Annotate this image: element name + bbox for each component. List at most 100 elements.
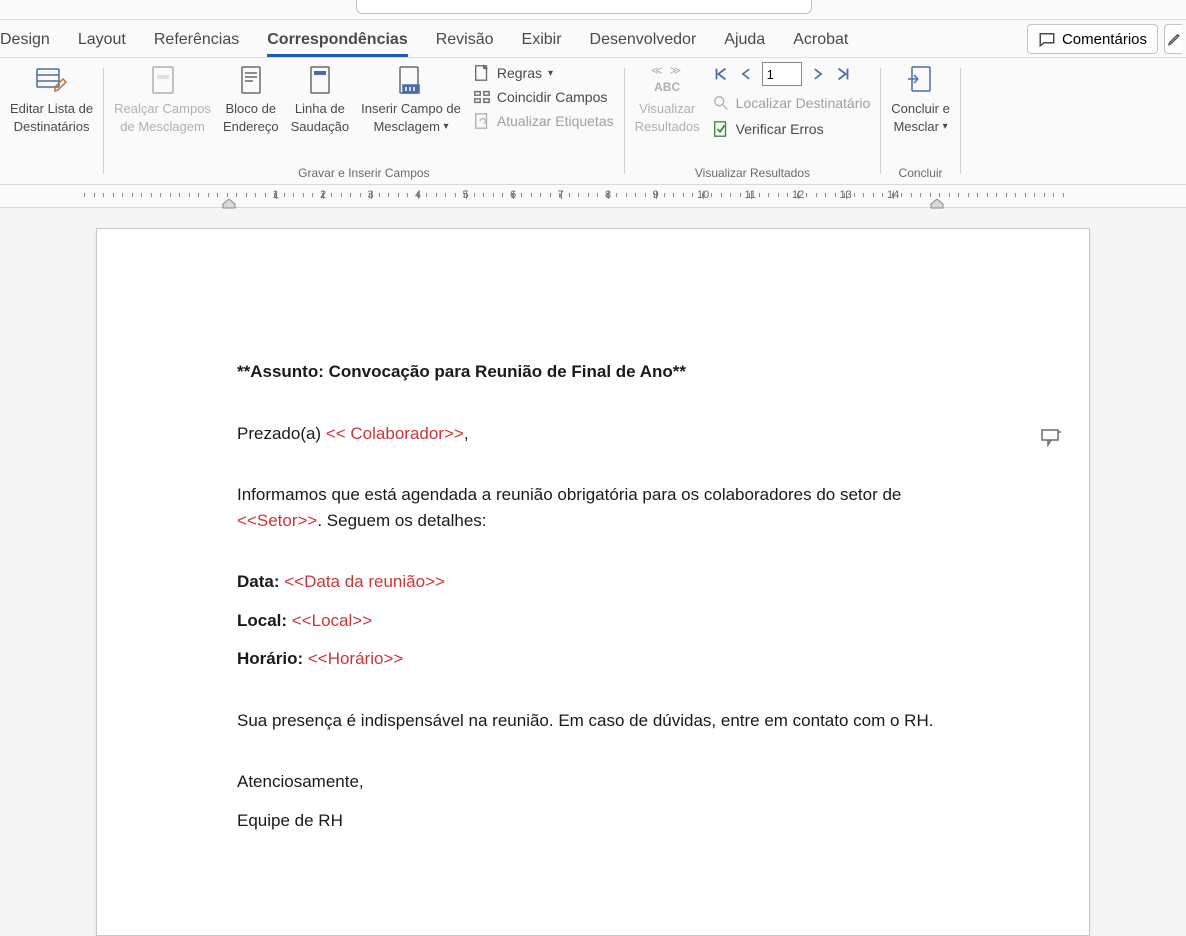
ruler-number: 4 — [415, 189, 421, 201]
document-area[interactable]: **Assunto: Convocação para Reunião de Fi… — [0, 208, 1186, 936]
insert-merge-field-icon — [397, 65, 425, 95]
previous-record-icon[interactable] — [738, 65, 754, 83]
finish-merge-button[interactable]: Concluir e Mesclar ▾ — [885, 60, 956, 137]
ruler-number: 12 — [792, 189, 804, 201]
check-errors-button[interactable]: Verificar Erros — [706, 114, 877, 140]
highlight-merge-fields-button: Realçar Campos de Mesclagem — [108, 60, 217, 137]
match-fields-button[interactable]: Coincidir Campos — [473, 88, 614, 106]
merge-field-horario: <<Horário>> — [308, 649, 403, 668]
pencil-icon — [1167, 31, 1182, 47]
edit-recipient-list-icon — [35, 65, 69, 95]
salutation-prefix: Prezado(a) — [237, 424, 326, 443]
detail-local-line: Local: <<Local>> — [237, 608, 949, 634]
horizontal-ruler[interactable]: 1234567891011121314 — [0, 184, 1186, 208]
ruler-number: 7 — [558, 189, 564, 201]
edit-recipient-list-label: Editar Lista de Destinatários — [10, 100, 93, 135]
address-block-label: Bloco de Endereço — [223, 100, 279, 135]
ruler-number: 14 — [887, 189, 899, 201]
tab-acrobat[interactable]: Acrobat — [779, 25, 862, 57]
finish-merge-icon — [906, 65, 936, 95]
check-errors-label: Verificar Erros — [736, 121, 824, 137]
ribbon-group-start-label — [4, 166, 99, 184]
chevron-down-icon: ▾ — [943, 120, 948, 134]
preview-results-button: ≪ ≫ ABC Visualizar Resultados — [629, 60, 706, 137]
detail-data-line: Data: <<Data da reunião>> — [237, 569, 949, 595]
ruler-number: 13 — [840, 189, 852, 201]
next-record-icon[interactable] — [810, 65, 826, 83]
salutation-suffix: , — [464, 424, 469, 443]
ruler-right-indent-marker[interactable] — [930, 199, 944, 209]
ruler-number: 9 — [653, 189, 659, 201]
ruler-number: 1 — [273, 189, 279, 201]
local-label: Local: — [237, 611, 292, 630]
tab-view[interactable]: Exibir — [508, 25, 576, 57]
ruler-number: 8 — [605, 189, 611, 201]
highlight-merge-fields-icon — [149, 65, 177, 95]
finish-merge-label: Concluir e Mesclar ▾ — [891, 100, 950, 135]
chevron-down-icon: ▾ — [548, 68, 553, 79]
ruler-number: 5 — [463, 189, 469, 201]
subject-line: **Assunto: Convocação para Reunião de Fi… — [237, 359, 949, 385]
body1-suffix: . Seguem os detalhes: — [317, 511, 486, 530]
comments-label: Comentários — [1062, 31, 1147, 48]
rules-button[interactable]: Regras ▾ — [473, 64, 614, 82]
ruler-number: 2 — [320, 189, 326, 201]
comments-button[interactable]: Comentários — [1027, 24, 1158, 54]
rules-icon — [473, 64, 491, 82]
page: **Assunto: Convocação para Reunião de Fi… — [96, 228, 1090, 936]
ruler-number: 6 — [510, 189, 516, 201]
find-recipient-button: Localizar Destinatário — [706, 92, 877, 114]
salutation-line: Prezado(a) << Colaborador>>, — [237, 421, 949, 447]
ribbon-group-finish: Concluir e Mesclar ▾ Concluir — [881, 58, 960, 184]
merge-field-colaborador: << Colaborador>> — [326, 424, 464, 443]
greeting-line-icon — [308, 65, 332, 95]
tab-help[interactable]: Ajuda — [710, 25, 779, 57]
body1-prefix: Informamos que está agendada a reunião o… — [237, 485, 901, 504]
tab-mailings[interactable]: Correspondências — [253, 25, 421, 57]
ruler-number: 3 — [368, 189, 374, 201]
search-box-outline[interactable] — [356, 0, 812, 14]
match-fields-icon — [473, 88, 491, 106]
tab-review[interactable]: Revisão — [422, 25, 508, 57]
insert-merge-field-label: Inserir Campo de Mesclagem ▾ — [361, 100, 461, 135]
ruler-number: 10 — [697, 189, 709, 201]
editing-mode-button[interactable] — [1164, 24, 1182, 54]
update-labels-label: Atualizar Etiquetas — [497, 113, 614, 129]
comment-indicator-icon[interactable] — [1041, 429, 1061, 447]
find-recipient-icon — [712, 94, 730, 112]
tab-references[interactable]: Referências — [140, 25, 253, 57]
record-number-input[interactable] — [762, 62, 802, 86]
ribbon-group-preview: ≪ ≫ ABC Visualizar Resultados Localizar … — [625, 58, 881, 184]
body-paragraph-2: Sua presença é indispensável na reunião.… — [237, 708, 949, 734]
signature-line: Equipe de RH — [237, 808, 949, 834]
data-label: Data: — [237, 572, 284, 591]
ruler-number: 11 — [745, 189, 756, 201]
merge-field-setor: <<Setor>> — [237, 511, 317, 530]
rules-label: Regras — [497, 65, 542, 81]
ribbon-group-write-insert-label: Gravar e Inserir Campos — [108, 166, 620, 184]
match-fields-label: Coincidir Campos — [497, 89, 607, 105]
title-bar — [0, 0, 1186, 20]
greeting-line-button[interactable]: Linha de Saudação — [285, 60, 356, 137]
edit-recipient-list-button[interactable]: Editar Lista de Destinatários — [4, 60, 99, 137]
body-paragraph-1: Informamos que está agendada a reunião o… — [237, 482, 949, 533]
first-record-icon[interactable] — [712, 65, 730, 83]
last-record-icon[interactable] — [834, 65, 852, 83]
ribbon-group-write-insert: Realçar Campos de Mesclagem Bloco de End… — [104, 58, 624, 184]
address-block-button[interactable]: Bloco de Endereço — [217, 60, 285, 137]
tab-design[interactable]: Design — [0, 25, 64, 57]
update-labels-icon — [473, 112, 491, 130]
chevron-down-icon: ▾ — [444, 120, 449, 134]
highlight-merge-fields-label: Realçar Campos de Mesclagem — [114, 100, 211, 135]
tab-layout[interactable]: Layout — [64, 25, 140, 57]
tab-developer[interactable]: Desenvolvedor — [576, 25, 711, 57]
find-recipient-label: Localizar Destinatário — [736, 95, 871, 111]
comment-icon — [1038, 30, 1056, 48]
insert-merge-field-button[interactable]: Inserir Campo de Mesclagem ▾ — [355, 60, 467, 137]
ruler-indent-marker[interactable] — [222, 199, 236, 209]
update-labels-button: Atualizar Etiquetas — [473, 112, 614, 130]
ribbon-divider — [960, 68, 961, 174]
merge-field-local: <<Local>> — [292, 611, 372, 630]
ribbon: Editar Lista de Destinatários Realçar Ca… — [0, 58, 1186, 184]
horario-label: Horário: — [237, 649, 308, 668]
